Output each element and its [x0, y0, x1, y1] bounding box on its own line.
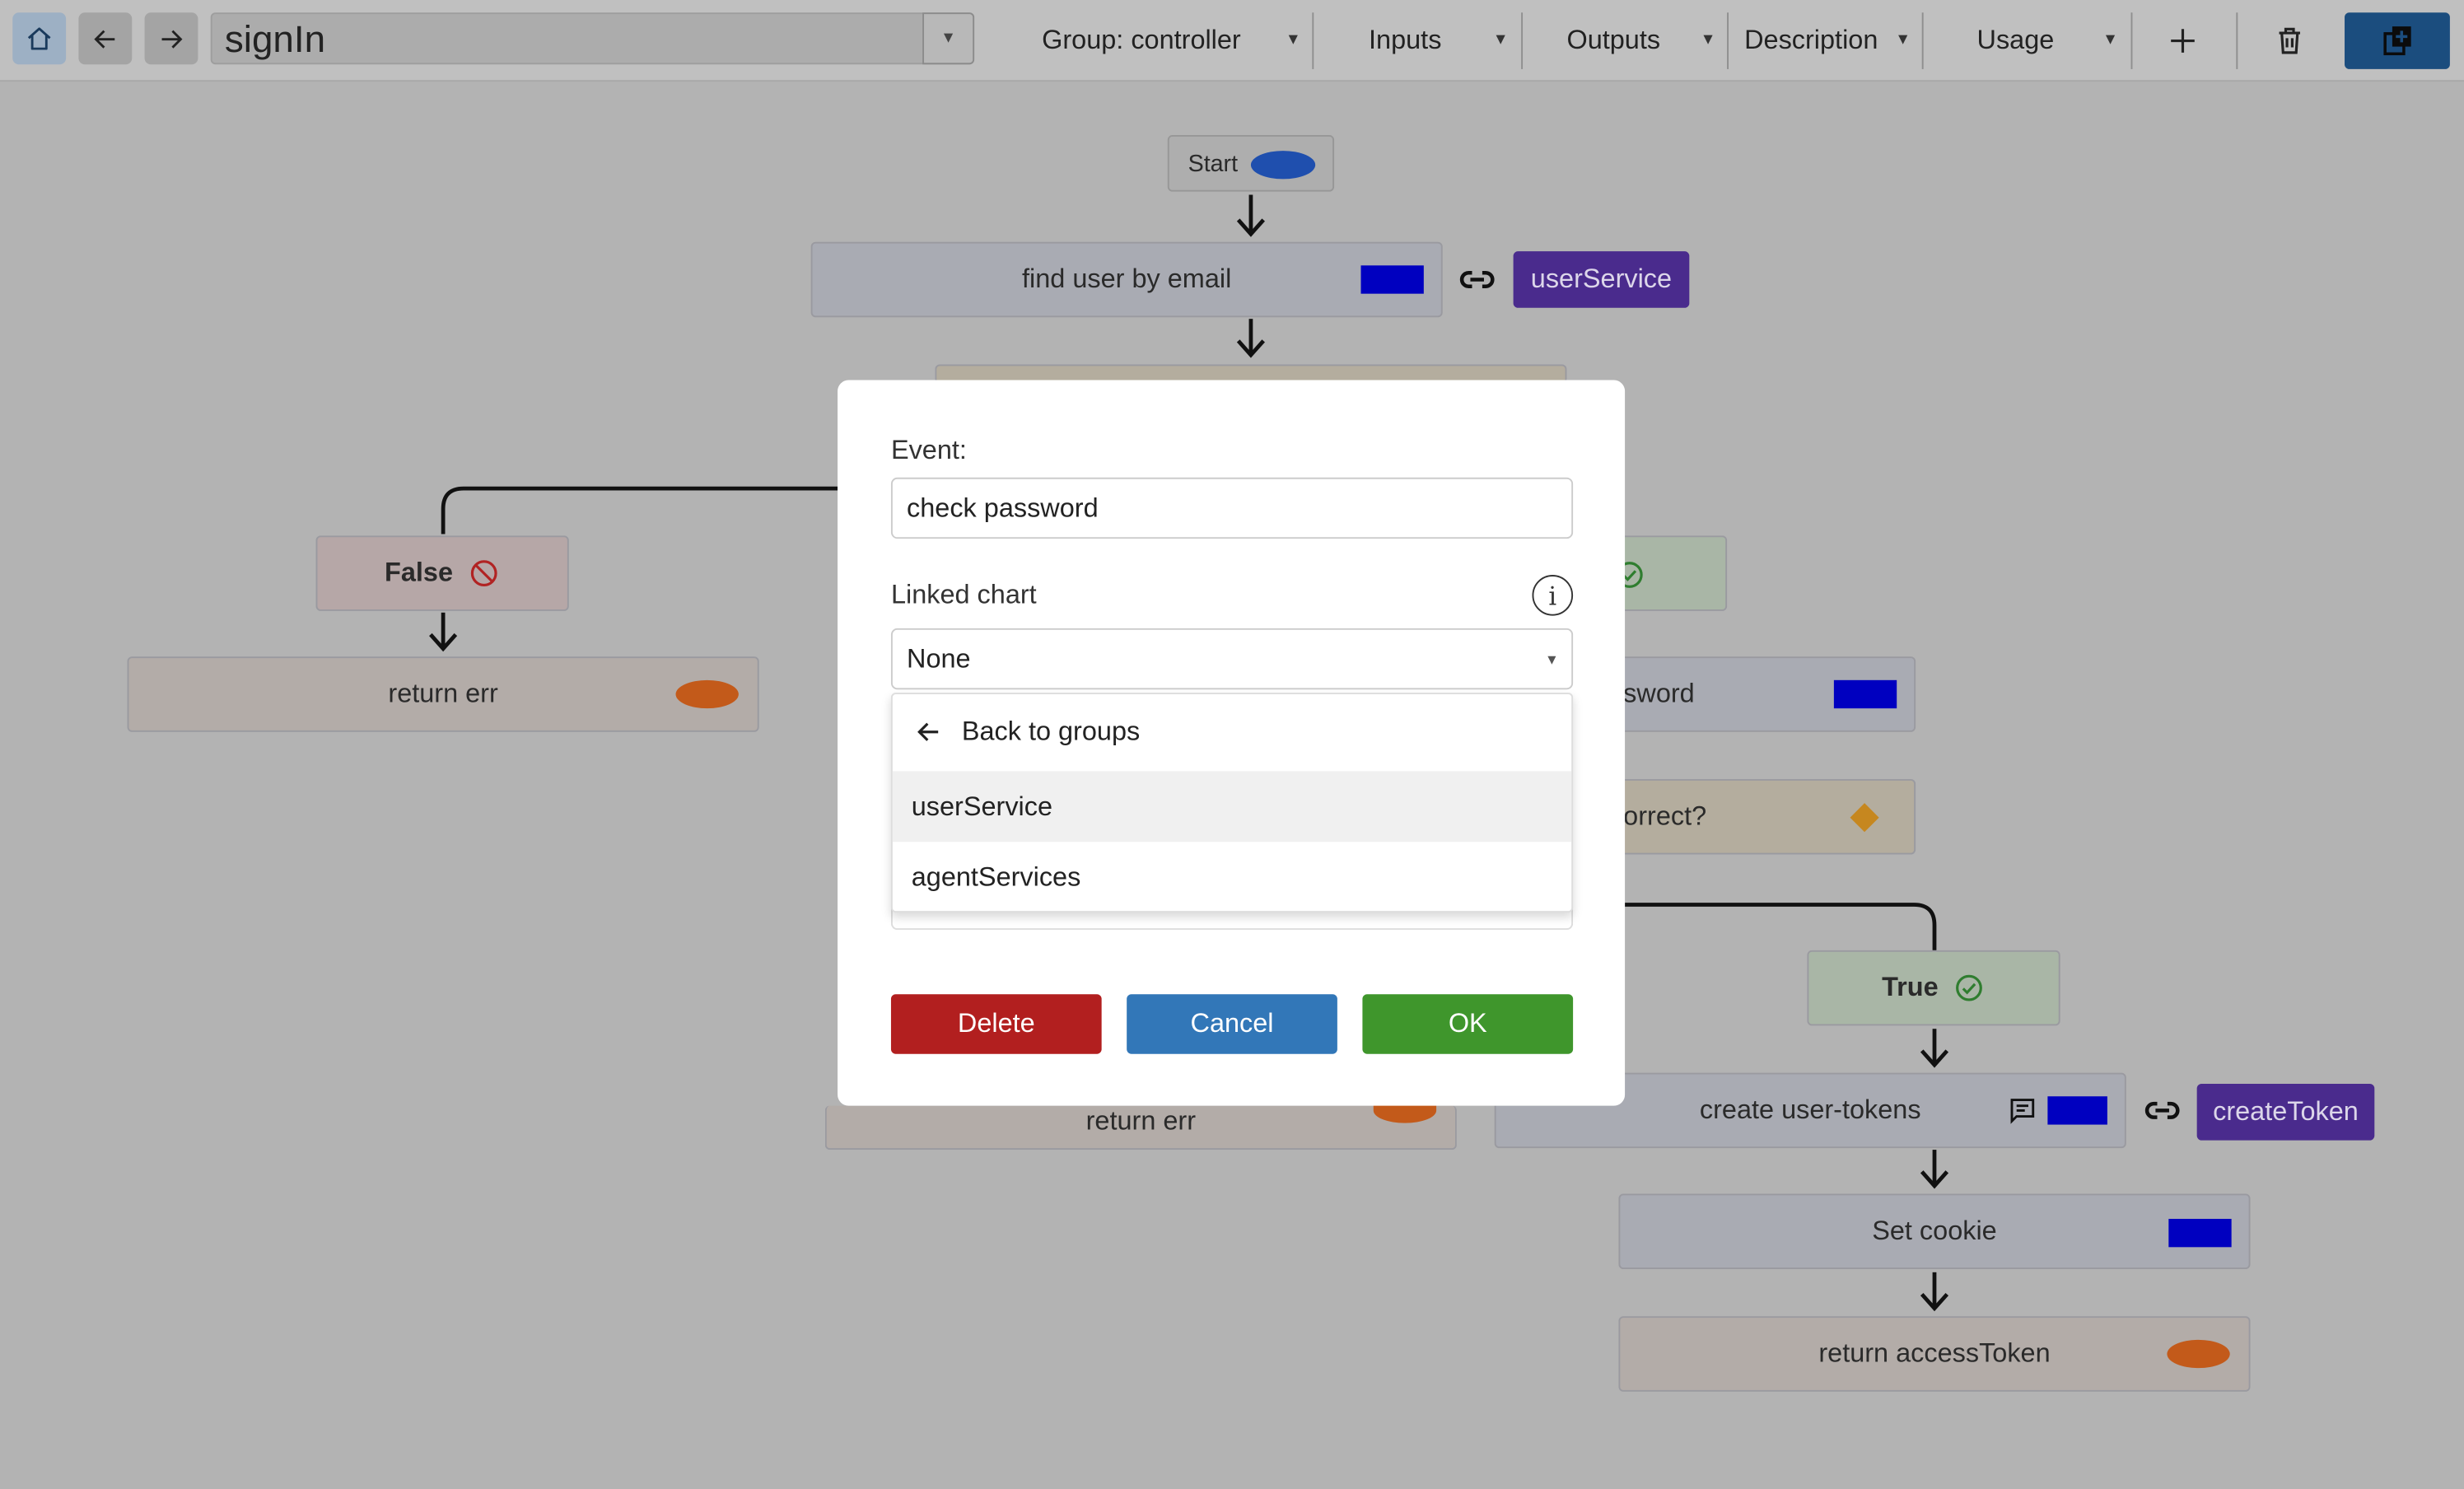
- linked-chart-dropdown: Back to groups userService agentServices: [890, 693, 1574, 913]
- function-marker: [1360, 265, 1424, 294]
- decision-marker: [1850, 803, 1879, 833]
- node-label: sword: [1623, 678, 1695, 709]
- function-marker: [2168, 1218, 2232, 1248]
- event-label: Event:: [890, 435, 967, 465]
- linked-chart-select[interactable]: None ▼: [890, 628, 1574, 690]
- dropdown-option-userservice[interactable]: userService: [892, 771, 1572, 843]
- branch-label: True: [1882, 972, 1939, 1002]
- check-circle-icon: [1956, 974, 1983, 1001]
- cancel-button[interactable]: Cancel: [1127, 994, 1337, 1054]
- link-tag-createtoken[interactable]: createToken: [2196, 1083, 2375, 1141]
- back-arrow-icon: [917, 722, 939, 741]
- back-to-groups-option[interactable]: Back to groups: [893, 694, 1571, 770]
- link-tag-userservice[interactable]: userService: [1513, 251, 1690, 308]
- chevron-down-icon: ▼: [1544, 651, 1559, 668]
- delete-button[interactable]: Delete: [890, 994, 1102, 1054]
- return-marker: [675, 679, 739, 709]
- node-is-correct[interactable]: orrect?: [1603, 778, 1916, 855]
- return-marker: [2167, 1339, 2230, 1369]
- linked-chart-value: None: [907, 643, 971, 674]
- function-marker: [1833, 679, 1897, 709]
- link-icon[interactable]: [1457, 259, 1498, 301]
- comment-icon: [2010, 1099, 2035, 1124]
- node-label: Set cookie: [1872, 1216, 1997, 1246]
- start-node[interactable]: Start: [1167, 135, 1335, 192]
- linked-chart-label: Linked chart: [890, 579, 1037, 609]
- node-label: return err: [1085, 1105, 1197, 1136]
- node-true-branch[interactable]: True: [1807, 950, 2060, 1026]
- node-label: create user-tokens: [1699, 1095, 1921, 1125]
- info-icon[interactable]: i: [1532, 575, 1574, 616]
- node-label: return err: [388, 678, 498, 709]
- function-marker: [2047, 1096, 2107, 1125]
- node-find-user[interactable]: find user by email: [810, 241, 1443, 318]
- node-return-err-mid[interactable]: return err: [824, 1098, 1457, 1151]
- branch-label: False: [385, 558, 454, 588]
- node-return-access-token[interactable]: return accessToken: [1618, 1316, 2251, 1392]
- node-label: return accessToken: [1818, 1337, 2051, 1369]
- link-icon[interactable]: [2142, 1090, 2183, 1132]
- node-false-branch[interactable]: False: [315, 535, 569, 611]
- node-compare-password[interactable]: sword: [1603, 656, 1916, 732]
- dropdown-option-agentservices[interactable]: agentServices: [893, 842, 1571, 913]
- node-label: orrect?: [1623, 801, 1707, 831]
- node-label: find user by email: [1022, 264, 1232, 294]
- edit-node-dialog: Event: check password Linked chart i Non…: [838, 380, 1626, 1106]
- start-label: Start: [1188, 150, 1239, 177]
- ok-button[interactable]: OK: [1362, 994, 1574, 1054]
- node-set-cookie[interactable]: Set cookie: [1618, 1193, 2251, 1270]
- event-input[interactable]: check password: [890, 477, 1574, 539]
- back-to-groups-label: Back to groups: [961, 716, 1141, 746]
- start-marker: [1250, 151, 1316, 180]
- forbidden-icon: [471, 560, 498, 587]
- node-return-err-left[interactable]: return err: [127, 656, 759, 732]
